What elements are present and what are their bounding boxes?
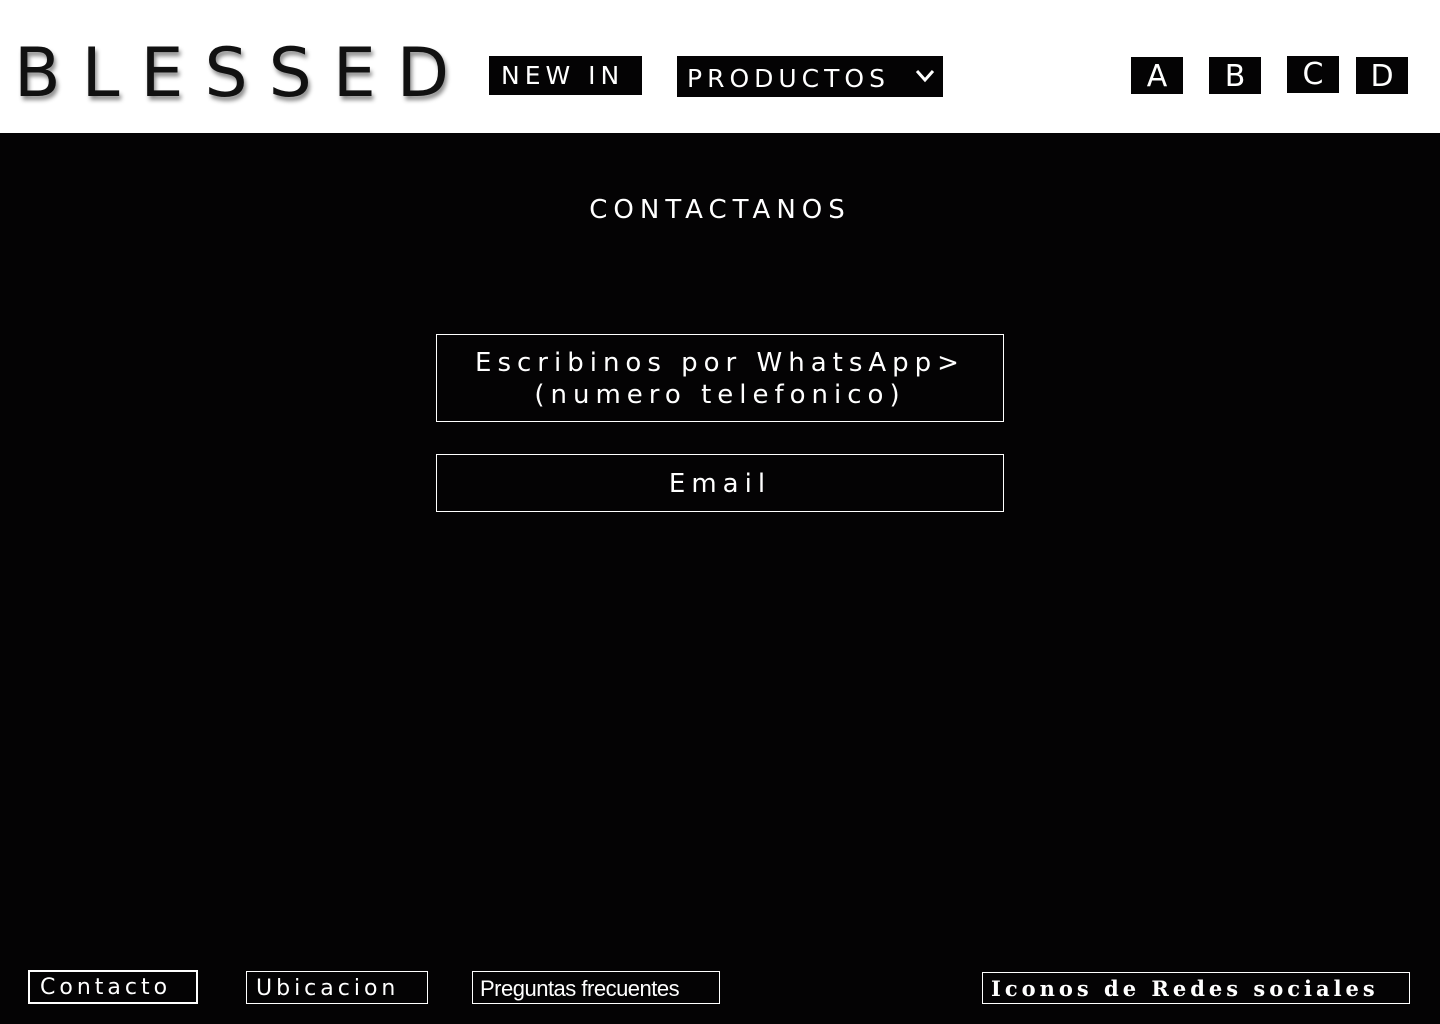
footer-link-ubicacion[interactable]: Ubicacion [246, 971, 428, 1004]
email-contact-button[interactable]: Email [436, 454, 1004, 512]
site-header: BLESSED NEW IN PRODUCTOS A B C D [0, 0, 1440, 133]
header-icon-b[interactable]: B [1209, 57, 1261, 94]
page-title: CONTACTANOS [589, 195, 851, 225]
footer-social-icons[interactable]: Iconos de Redes sociales [982, 972, 1410, 1004]
brand-logo[interactable]: BLESSED [14, 30, 470, 118]
nav-new-in-label: NEW IN [501, 61, 625, 90]
whatsapp-line-1: Escribinos por WhatsApp> [475, 348, 965, 378]
nav-new-in[interactable]: NEW IN [489, 56, 642, 95]
whatsapp-line-2: (numero telefonico) [534, 380, 906, 410]
header-icon-d[interactable]: D [1356, 57, 1408, 94]
email-label: Email [668, 469, 772, 499]
header-icon-c[interactable]: C [1287, 56, 1339, 93]
footer-link-preguntas[interactable]: Preguntas frecuentes [472, 971, 720, 1004]
footer-link-contacto[interactable]: Contacto [28, 970, 198, 1004]
chevron-down-icon [915, 70, 935, 83]
whatsapp-contact-button[interactable]: Escribinos por WhatsApp> (numero telefon… [436, 334, 1004, 422]
nav-productos-dropdown[interactable]: PRODUCTOS [677, 56, 943, 97]
header-icon-a[interactable]: A [1131, 57, 1183, 94]
nav-productos-label: PRODUCTOS [687, 64, 890, 93]
